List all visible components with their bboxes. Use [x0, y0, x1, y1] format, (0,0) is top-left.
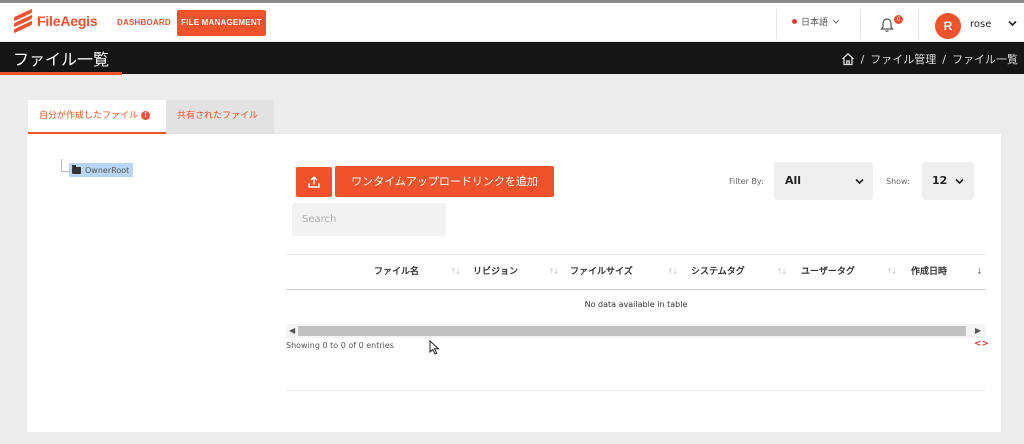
- tree-connector: [61, 171, 69, 172]
- chevron-down-icon: [955, 178, 964, 185]
- sort-icon[interactable]: ↑↓: [667, 267, 678, 276]
- divider: [918, 9, 919, 39]
- breadcrumb: / ファイル管理 / ファイル一覧: [841, 51, 1018, 67]
- notification-badge: 0: [894, 15, 903, 24]
- brand-name: FileAegis: [37, 13, 98, 29]
- sort-desc-icon[interactable]: ↓: [976, 267, 983, 276]
- tree-node-ownerroot[interactable]: OwnerRoot: [69, 163, 134, 177]
- mouse-cursor-icon: [429, 340, 440, 355]
- code-icon[interactable]: <>: [974, 339, 989, 349]
- add-one-time-upload-link-button[interactable]: ワンタイムアップロードリンクを追加: [335, 166, 554, 197]
- tab-my-files[interactable]: 自分が作成したファイル!: [28, 100, 166, 134]
- column-header-system-tags[interactable]: システムタグ: [691, 255, 745, 291]
- divider: [286, 390, 986, 391]
- filter-select[interactable]: All: [774, 162, 873, 200]
- column-header-filesize[interactable]: ファイルサイズ: [570, 255, 633, 291]
- column-header-user-tags[interactable]: ユーザータグ: [801, 255, 855, 291]
- top-navbar: FileAegis DASHBOARD FILE MANAGEMENT 日本語 …: [0, 0, 1024, 42]
- sort-icon[interactable]: ↑↓: [548, 267, 559, 276]
- table-empty-message: No data available in table: [584, 300, 688, 309]
- breadcrumb-current: ファイル一覧: [952, 53, 1018, 66]
- page-size-select[interactable]: 12: [922, 162, 974, 200]
- show-label: Show:: [886, 177, 910, 186]
- horizontal-scrollbar[interactable]: ◀ ▶: [286, 324, 986, 338]
- brand-logo[interactable]: FileAegis: [14, 8, 98, 34]
- sort-icon[interactable]: ↑↓: [886, 267, 897, 276]
- page-title: ファイル一覧: [13, 50, 110, 69]
- bell-icon[interactable]: [879, 17, 895, 33]
- breadcrumb-separator: /: [942, 52, 946, 66]
- page-size-value: 12: [932, 174, 948, 187]
- chevron-down-icon: [855, 178, 864, 185]
- language-label: 日本語: [801, 18, 829, 28]
- sort-icon[interactable]: ↑↓: [776, 267, 787, 276]
- column-header-revision[interactable]: リビジョン: [473, 255, 518, 291]
- title-accent: [0, 72, 122, 75]
- table-header: ファイル名 ↑↓ リビジョン ↑↓ ファイルサイズ ↑↓ システムタグ ↑↓ ユ…: [286, 254, 986, 290]
- info-icon: !: [141, 111, 151, 120]
- upload-icon: [308, 175, 320, 188]
- search-input[interactable]: [292, 203, 446, 236]
- scroll-right-icon[interactable]: ▶: [975, 326, 981, 335]
- page-header: ファイル一覧 / ファイル管理 / ファイル一覧: [0, 42, 1024, 74]
- filter-value: All: [785, 174, 802, 187]
- home-icon[interactable]: [841, 52, 855, 66]
- scrollbar-thumb[interactable]: [298, 326, 966, 336]
- upload-button[interactable]: [296, 167, 332, 197]
- column-header-created-at[interactable]: 作成日時: [911, 255, 947, 291]
- breadcrumb-file-management[interactable]: ファイル管理: [870, 51, 936, 67]
- tab-label: 自分が作成したファイル: [39, 111, 139, 121]
- folder-icon: [72, 164, 81, 174]
- language-selector[interactable]: 日本語: [792, 15, 840, 28]
- avatar[interactable]: R: [935, 13, 961, 39]
- divider: [776, 9, 777, 39]
- chevron-down-icon[interactable]: [1008, 19, 1017, 30]
- column-header-filename[interactable]: ファイル名: [374, 255, 419, 291]
- table-info: Showing 0 to 0 of 0 entries: [286, 341, 394, 350]
- filter-label: Filter By:: [729, 177, 764, 186]
- nav-dashboard[interactable]: DASHBOARD: [117, 10, 171, 36]
- tree-connector: [61, 159, 62, 171]
- scroll-left-icon[interactable]: ◀: [289, 326, 295, 335]
- breadcrumb-separator: /: [860, 52, 865, 66]
- tab-shared-files[interactable]: 共有されたファイル: [166, 100, 274, 134]
- username[interactable]: rose: [970, 19, 991, 30]
- chevron-down-icon: [832, 19, 840, 24]
- tree-node-label: OwnerRoot: [85, 165, 130, 175]
- flag-icon: [792, 19, 797, 24]
- nav-file-management[interactable]: FILE MANAGEMENT: [177, 10, 266, 36]
- logo-icon: [14, 8, 32, 34]
- sort-icon[interactable]: ↑↓: [450, 267, 461, 276]
- divider: [860, 9, 861, 39]
